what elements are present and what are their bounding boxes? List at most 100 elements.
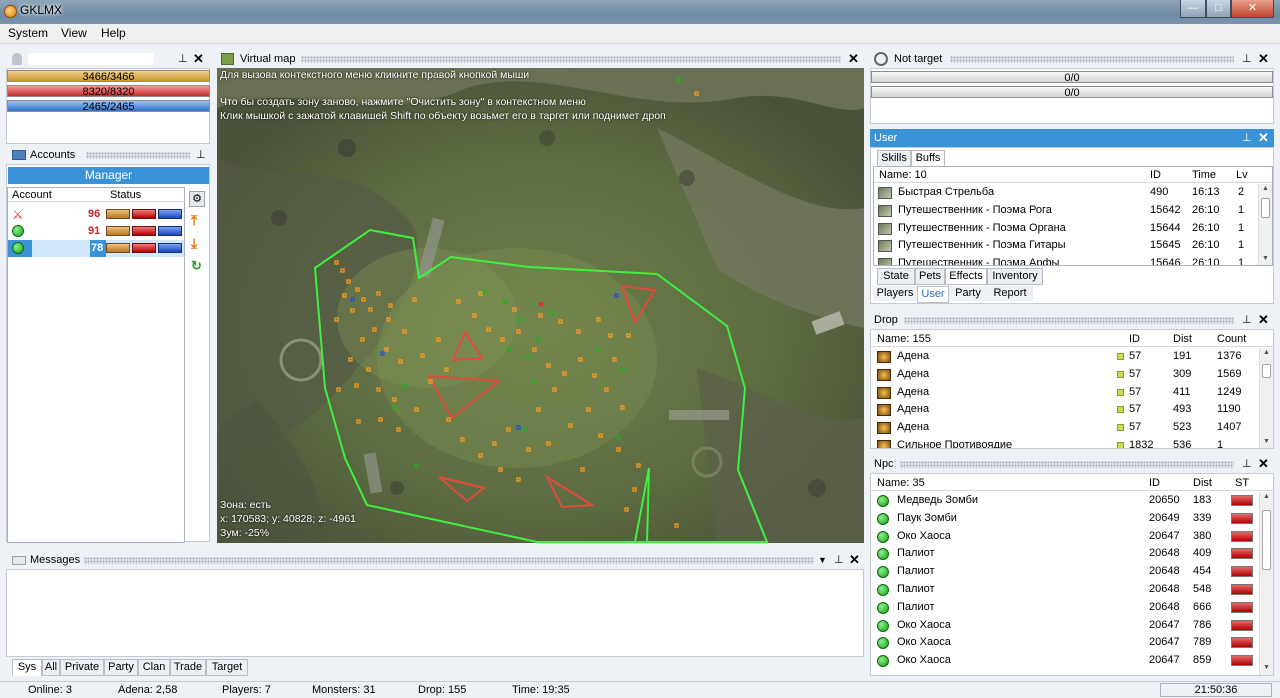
refresh-icon[interactable]: ↻ [191,258,205,274]
pin-icon[interactable]: ⊥ [196,146,206,164]
tab-trade[interactable]: Trade [170,659,206,676]
column-dist[interactable]: Dist [1193,477,1212,489]
manager-button[interactable]: Manager [8,167,209,184]
buff-row[interactable]: Быстрая Стрельба 490 16:13 2 [874,184,1258,202]
close-icon[interactable]: ✕ [1258,311,1269,329]
drop-row[interactable]: Адена 57 309 1569 [871,366,1259,384]
column-lv[interactable]: Lv [1236,169,1248,181]
virtual-map[interactable]: Для вызова контекстного меню кликните пр… [217,68,864,543]
close-icon[interactable]: ✕ [1258,50,1269,68]
scroll-thumb[interactable] [1262,364,1271,378]
npc-row[interactable]: Око Хаоса 20647 786 [871,617,1259,635]
column-count[interactable]: Count [1217,333,1246,345]
scroll-thumb[interactable] [1262,510,1271,570]
account-row[interactable]: 91 [8,223,184,240]
close-icon[interactable]: ✕ [849,551,860,569]
close-icon[interactable]: ✕ [193,50,204,68]
buffs-scrollbar[interactable]: ▲ ▼ [1258,184,1272,265]
tab-report[interactable]: Report [987,286,1033,301]
close-window-button[interactable]: ✕ [1231,0,1274,18]
tab-target[interactable]: Target [206,659,248,676]
scroll-thumb[interactable] [1261,198,1270,218]
menu-system[interactable]: System [8,26,48,40]
close-icon[interactable]: ✕ [1258,129,1269,147]
account-row-selected[interactable]: 78 [8,240,184,257]
drop-flag-icon [1117,442,1124,448]
tab-private[interactable]: Private [60,659,104,676]
npc-scrollbar[interactable]: ▲ ▼ [1259,492,1273,675]
pin-icon[interactable]: ⊥ [1242,50,1252,68]
drop-row[interactable]: Адена 57 523 1407 [871,419,1259,437]
tab-clan[interactable]: Clan [138,659,170,676]
column-id[interactable]: ID [1150,169,1161,181]
tab-skills[interactable]: Skills [877,150,911,167]
column-name[interactable]: Name: 35 [877,477,925,489]
column-status[interactable]: Status [110,189,141,201]
close-icon[interactable]: ✕ [848,50,859,68]
drop-row[interactable]: Адена 57 411 1249 [871,384,1259,402]
scroll-down-icon[interactable]: ▼ [1262,438,1271,445]
pin-icon[interactable]: ⊥ [834,551,844,569]
scroll-up-icon[interactable]: ▲ [1261,185,1270,192]
pin-icon[interactable]: ⊥ [1242,129,1252,147]
pin-icon[interactable]: ⊥ [178,50,188,68]
menu-help[interactable]: Help [101,26,126,40]
window-titlebar[interactable] [0,0,1280,24]
npc-hp-bar [1231,530,1253,542]
scroll-down-icon[interactable]: ▼ [1261,255,1270,262]
buff-row[interactable]: Путешественник - Поэма Органа 15644 26:10 1 [874,220,1258,238]
scroll-up-icon[interactable]: ▲ [1262,349,1271,356]
tab-user[interactable]: User [917,286,949,303]
tab-all[interactable]: All [42,659,60,676]
npc-row[interactable]: Палиот 20648 666 [871,599,1259,617]
minimize-button[interactable]: — [1180,0,1206,18]
column-name[interactable]: Name: 155 [877,333,931,345]
column-st[interactable]: ST [1235,477,1249,489]
npc-row[interactable]: Палиот 20648 548 [871,581,1259,599]
move-down-icon[interactable]: ⤓ [191,235,205,251]
column-dist[interactable]: Dist [1173,333,1192,345]
npc-row[interactable]: Палиот 20648 409 [871,545,1259,563]
tab-party[interactable]: Party [104,659,138,676]
tab-state[interactable]: State [877,268,915,285]
pin-icon[interactable]: ⊥ [1242,455,1252,473]
buff-row[interactable]: Путешественник - Поэма Гитары 15645 26:10 1 [874,237,1258,255]
drop-row[interactable]: Адена 57 493 1190 [871,401,1259,419]
pin-icon[interactable]: ⊥ [1242,311,1252,329]
account-row[interactable]: ⚔ 96 [8,206,184,223]
column-time[interactable]: Time [1192,169,1216,181]
drop-row[interactable]: Сильное Противоядие 1832 536 1 [871,437,1259,448]
npc-row[interactable]: Медведь Зомби 20650 183 [871,492,1259,510]
column-name[interactable]: Name: 10 [879,169,927,181]
maximize-button[interactable]: □ [1206,0,1231,18]
buff-row[interactable]: Путешественник - Поэма Арфы 15646 26:10 1 [874,255,1258,265]
move-up-icon[interactable]: ⤒ [191,212,205,228]
close-icon[interactable]: ✕ [1258,455,1269,473]
tab-sys[interactable]: Sys [12,659,42,676]
column-id[interactable]: ID [1129,333,1140,345]
scroll-down-icon[interactable]: ▼ [1262,664,1271,671]
dropdown-icon[interactable]: ▼ [818,551,827,569]
drop-scrollbar[interactable]: ▲ ▼ [1259,348,1273,448]
npc-row[interactable]: Око Хаоса 20647 789 [871,634,1259,652]
tab-inventory[interactable]: Inventory [987,268,1043,285]
tab-pets[interactable]: Pets [915,268,945,285]
npc-row[interactable]: Палиот 20648 454 [871,563,1259,581]
tab-players[interactable]: Players [873,286,917,301]
drop-row[interactable]: Адена 57 191 1376 [871,348,1259,366]
settings-gear-icon[interactable]: ⚙ [189,191,205,207]
npc-row[interactable]: Око Хаоса 20647 859 [871,652,1259,670]
npc-row[interactable]: Паук Зомби 20649 339 [871,510,1259,528]
tab-buffs[interactable]: Buffs [911,150,945,167]
menu-view[interactable]: View [61,26,87,40]
status-players: Players: 7 [222,684,271,696]
buff-row[interactable]: Путешественник - Поэма Рога 15642 26:10 1 [874,202,1258,220]
messages-log[interactable] [6,569,864,657]
npc-row[interactable]: Око Хаоса 20647 380 [871,528,1259,546]
tab-effects[interactable]: Effects [945,268,987,285]
column-account[interactable]: Account [12,189,52,201]
tab-party[interactable]: Party [949,286,987,301]
cp-bar: 3466/3466 [7,70,210,83]
column-id[interactable]: ID [1149,477,1160,489]
scroll-up-icon[interactable]: ▲ [1262,493,1271,500]
